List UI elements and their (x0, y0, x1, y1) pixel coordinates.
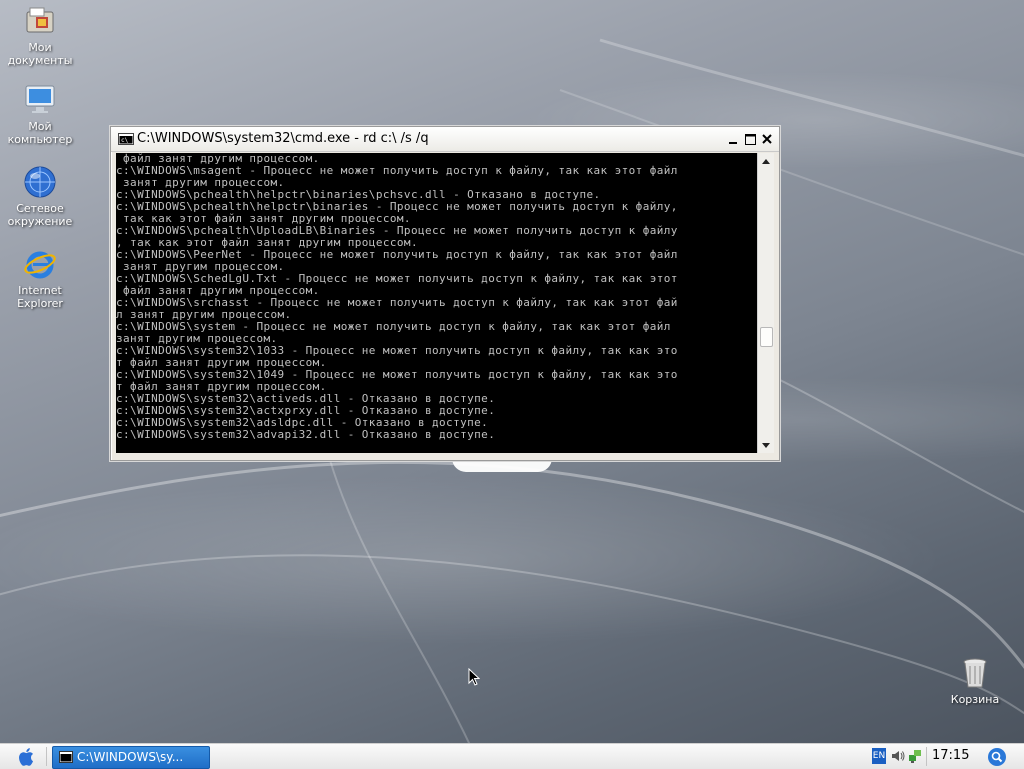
window-title: C:\WINDOWS\system32\cmd.exe - rd c:\ /s … (137, 131, 429, 146)
desktop-icon-network[interactable]: Сетевое окружение (0, 165, 80, 228)
maximize-button[interactable] (742, 131, 758, 147)
recycle-bin-icon (963, 658, 987, 688)
minimize-icon (729, 142, 737, 144)
desktop-icon-label: документы (7, 54, 73, 67)
apple-icon[interactable] (16, 747, 38, 767)
computer-icon (25, 85, 55, 113)
globe-network-icon (24, 166, 56, 198)
close-icon (762, 134, 772, 144)
desktop-icon-internet-explorer[interactable]: Internet Explorer (0, 247, 80, 310)
desktop-icon-label: Internet (18, 284, 62, 297)
taskbar: C:\WINDOWS\sy... EN 17:15 (0, 743, 1024, 769)
network-status-icon[interactable] (907, 748, 923, 764)
taskbar-separator (46, 747, 47, 766)
desktop-icon-label: Мой (28, 120, 52, 133)
desktop-icon-label: Корзина (950, 693, 1000, 706)
desktop-icon-label: Explorer (17, 297, 63, 310)
scroll-up-button[interactable] (758, 153, 774, 169)
maximize-icon (744, 133, 756, 145)
console-icon: c\ (118, 133, 134, 145)
taskbar-task-label: C:\WINDOWS\sy... (77, 750, 184, 764)
close-button[interactable] (759, 131, 775, 147)
desktop-icon-label: Мои (28, 41, 52, 54)
scrollbar-thumb[interactable] (760, 327, 773, 347)
arrow-up-icon (762, 158, 770, 164)
svg-text:c\: c\ (121, 137, 129, 144)
taskbar-task-cmd[interactable]: C:\WINDOWS\sy... (52, 746, 210, 769)
console-line: c:\WINDOWS\system32\advapi32.dll - Отказ… (116, 428, 496, 441)
clock[interactable]: 17:15 (932, 748, 969, 763)
desktop-icon-recycle-bin[interactable]: Корзина (935, 656, 1015, 706)
desktop-icon-my-documents[interactable]: Мои документы (0, 4, 80, 67)
internet-explorer-icon (24, 251, 56, 279)
window-titlebar[interactable]: c\ C:\WINDOWS\system32\cmd.exe - rd c:\ … (111, 127, 779, 152)
folder-documents-icon (26, 7, 54, 33)
vertical-scrollbar[interactable] (757, 153, 774, 453)
desktop-icon-my-computer[interactable]: Мой компьютер (0, 83, 80, 146)
desktop-icon-label: компьютер (7, 133, 73, 146)
desktop-icon-label: окружение (7, 215, 73, 228)
language-indicator[interactable]: EN (872, 748, 886, 764)
scroll-down-button[interactable] (758, 437, 774, 453)
console-output[interactable]: файл занят другим процессом. c:\WINDOWS\m… (116, 153, 757, 453)
console-icon (59, 751, 73, 763)
mouse-cursor-icon (468, 668, 480, 686)
search-icon[interactable] (987, 747, 1007, 767)
desktop-icon-label: Сетевое (16, 202, 64, 215)
arrow-down-icon (762, 442, 770, 448)
volume-icon[interactable] (890, 748, 906, 764)
minimize-button[interactable] (725, 131, 741, 147)
cmd-window[interactable]: c\ C:\WINDOWS\system32\cmd.exe - rd c:\ … (110, 126, 780, 461)
taskbar-separator (926, 747, 927, 766)
